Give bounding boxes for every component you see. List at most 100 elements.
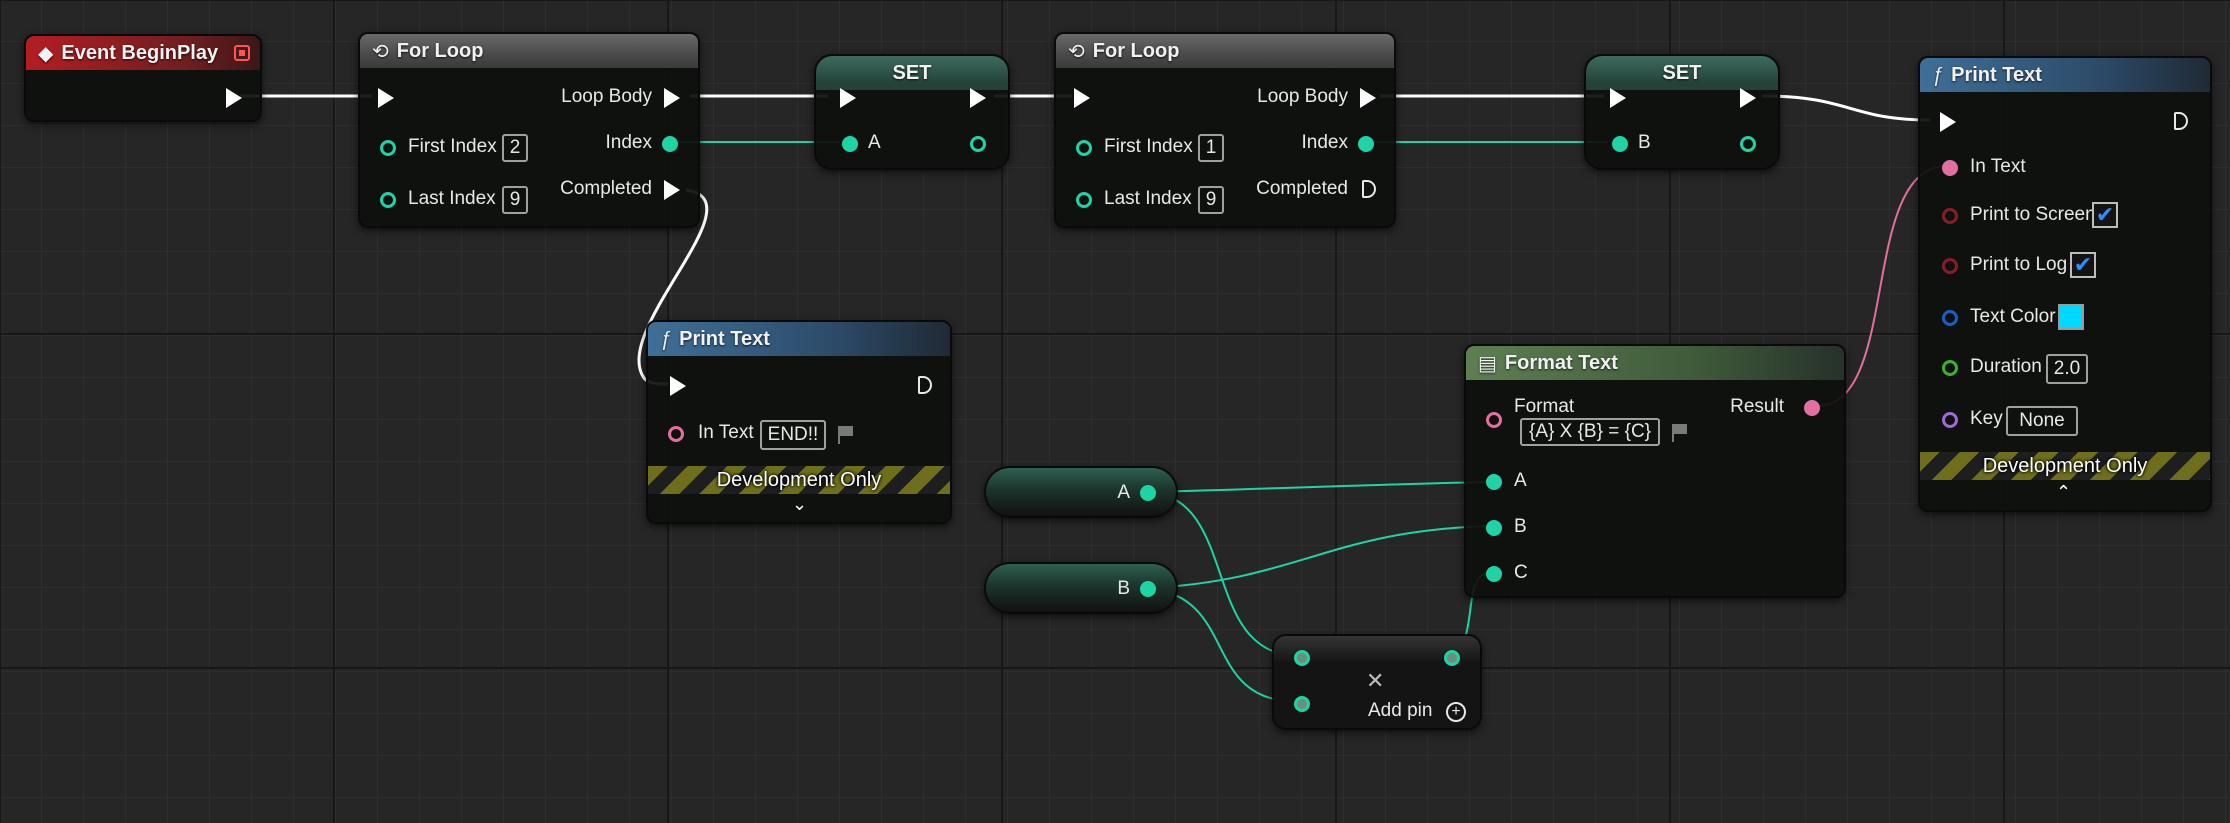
value-in-pin[interactable]	[1612, 136, 1628, 152]
completed-label: Completed	[1256, 178, 1348, 199]
multiply-node[interactable]: ✕ Add pin +	[1272, 634, 1482, 730]
print-to-screen-pin[interactable]	[1942, 208, 1958, 224]
variable-label: A	[868, 132, 881, 153]
development-only-banner: Development Only	[648, 466, 950, 494]
in-text-pin[interactable]	[668, 426, 684, 442]
in-text-label: In Text	[698, 422, 754, 443]
exec-out-pin[interactable]	[2174, 112, 2188, 130]
loop-body-label: Loop Body	[1257, 86, 1348, 107]
format-pin[interactable]	[1486, 412, 1502, 428]
exec-in-pin[interactable]	[670, 376, 686, 396]
value-out-pin[interactable]	[1740, 136, 1756, 152]
first-index-label: First Index	[1104, 136, 1193, 157]
loop-icon: ⟲	[1068, 40, 1085, 63]
set-node[interactable]: SET A	[814, 54, 1010, 170]
node-title: Format Text	[1504, 351, 1618, 374]
development-only-banner: Development Only	[1920, 452, 2210, 480]
format-input[interactable]: {A} X {B} = {C}	[1520, 418, 1660, 446]
completed-pin[interactable]	[1362, 180, 1376, 198]
first-index-label: First Index	[408, 136, 497, 157]
first-index-pin[interactable]	[380, 140, 396, 156]
input-a-pin[interactable]	[1294, 650, 1310, 666]
node-title: Event BeginPlay	[61, 41, 219, 64]
int-wire	[1149, 525, 1493, 589]
in-text-pin[interactable]	[1942, 160, 1958, 176]
print-to-log-checkbox[interactable]: ✔	[2070, 252, 2096, 278]
in-text-input[interactable]: END!!	[760, 420, 826, 450]
pin-b[interactable]	[1486, 520, 1502, 536]
duration-pin[interactable]	[1942, 360, 1958, 376]
output-pin[interactable]	[1444, 650, 1460, 666]
get-variable-a-node[interactable]: A	[984, 466, 1178, 518]
pin-c[interactable]	[1486, 566, 1502, 582]
exec-wire	[1761, 94, 1931, 122]
value-out-pin[interactable]	[1140, 581, 1156, 597]
value-out-pin[interactable]	[1140, 485, 1156, 501]
text-color-pin[interactable]	[1942, 310, 1958, 326]
first-index-pin[interactable]	[1076, 140, 1092, 156]
for-loop-node[interactable]: ⟲ For Loop Loop Body First Index 2 Index…	[358, 32, 700, 228]
exec-in-pin[interactable]	[378, 88, 394, 108]
key-input[interactable]: None	[2006, 406, 2078, 436]
print-to-screen-checkbox[interactable]: ✔	[2092, 202, 2118, 228]
last-index-input[interactable]: 9	[502, 186, 528, 214]
exec-out-pin[interactable]	[226, 88, 242, 108]
exec-out-pin[interactable]	[918, 376, 932, 394]
exec-out-pin[interactable]	[1740, 88, 1756, 108]
node-title: Print Text	[1951, 63, 2042, 86]
first-index-input[interactable]: 1	[1198, 134, 1224, 162]
exec-out-pin[interactable]	[970, 88, 986, 108]
add-pin-icon[interactable]: +	[1446, 702, 1466, 722]
duration-input[interactable]: 2.0	[2046, 354, 2088, 384]
loop-body-pin[interactable]	[1360, 88, 1376, 108]
collapse-chevron-icon[interactable]: ⌃	[2056, 482, 2071, 503]
variable-label: B	[1117, 578, 1130, 599]
text-color-swatch[interactable]	[2058, 304, 2084, 330]
node-title: Print Text	[679, 327, 770, 350]
loop-body-pin[interactable]	[664, 88, 680, 108]
node-title: For Loop	[396, 39, 484, 62]
for-loop-node[interactable]: ⟲ For Loop Loop Body First Index 1 Index…	[1054, 32, 1396, 228]
first-index-input[interactable]: 2	[502, 134, 528, 162]
node-header: ƒ Print Text	[648, 322, 950, 356]
index-pin[interactable]	[1358, 136, 1374, 152]
expand-chevron-icon[interactable]: ⌄	[792, 494, 807, 515]
exec-in-pin[interactable]	[1610, 88, 1626, 108]
print-text-node[interactable]: ƒ Print Text In Text Print to Screen ✔ P…	[1918, 56, 2212, 512]
set-node[interactable]: SET B	[1584, 54, 1780, 170]
add-pin-label[interactable]: Add pin	[1368, 700, 1432, 722]
multiply-symbol-icon: ✕	[1366, 668, 1385, 693]
int-wire	[1149, 481, 1493, 493]
input-b-pin[interactable]	[1294, 696, 1310, 712]
format-text-node[interactable]: ▤ Format Text Format {A} X {B} = {C} Res…	[1464, 344, 1846, 598]
last-index-label: Last Index	[408, 188, 496, 209]
last-index-label: Last Index	[1104, 188, 1192, 209]
pin-a[interactable]	[1486, 474, 1502, 490]
localization-flag-icon[interactable]	[838, 426, 856, 444]
result-pin[interactable]	[1804, 400, 1820, 416]
exec-in-pin[interactable]	[1940, 112, 1956, 132]
event-diamond-icon: ◆	[38, 42, 54, 65]
result-label: Result	[1730, 396, 1784, 417]
exec-in-pin[interactable]	[1074, 88, 1090, 108]
completed-pin[interactable]	[664, 180, 680, 200]
event-begin-play-node[interactable]: ◆ Event BeginPlay	[24, 34, 262, 122]
exec-in-pin[interactable]	[840, 88, 856, 108]
error-badge-icon	[234, 45, 250, 61]
print-text-node[interactable]: ƒ Print Text In Text END!! Development O…	[646, 320, 952, 524]
key-pin[interactable]	[1942, 412, 1958, 428]
node-header: SET	[1586, 56, 1778, 90]
node-header: ƒ Print Text	[1920, 58, 2210, 92]
last-index-input[interactable]: 9	[1198, 186, 1224, 214]
value-in-pin[interactable]	[842, 136, 858, 152]
print-to-log-label: Print to Log	[1970, 254, 2068, 275]
index-pin[interactable]	[662, 136, 678, 152]
localization-flag-icon[interactable]	[1672, 424, 1690, 442]
get-variable-b-node[interactable]: B	[984, 562, 1178, 614]
value-out-pin[interactable]	[970, 136, 986, 152]
print-to-log-pin[interactable]	[1942, 258, 1958, 274]
last-index-pin[interactable]	[380, 192, 396, 208]
format-text-icon: ▤	[1478, 352, 1497, 375]
node-header: ▤ Format Text	[1466, 346, 1844, 380]
last-index-pin[interactable]	[1076, 192, 1092, 208]
